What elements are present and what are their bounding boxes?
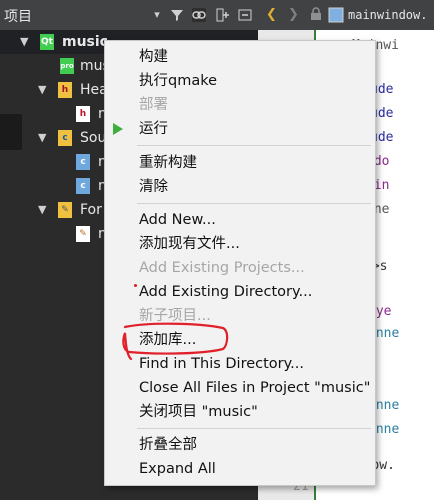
menu-item-collapse-all[interactable]: 折叠全部 xyxy=(105,433,375,457)
ui-form-icon xyxy=(328,7,344,27)
menu-item-run-qmake[interactable]: 执行qmake xyxy=(105,69,375,93)
qt-project-icon: Qt xyxy=(40,34,54,50)
menu-item-deploy: 部署 xyxy=(139,97,168,113)
annotation-circle xyxy=(122,322,229,361)
sources-folder-icon: c xyxy=(58,130,72,146)
tree-item-label: music xyxy=(62,34,108,50)
run-icon xyxy=(113,123,123,135)
chevron-down-icon[interactable]: ▼ xyxy=(38,204,50,216)
menu-item-close-project[interactable]: 关闭项目 "music" xyxy=(105,400,375,424)
menu-item-add-new[interactable]: Add New... xyxy=(105,208,375,232)
menu-item-build[interactable]: 构建 xyxy=(105,45,375,69)
menu-item-rebuild[interactable]: 重新构建 xyxy=(105,151,375,175)
menu-separator xyxy=(137,203,371,204)
menu-item-run-label: 运行 xyxy=(139,121,168,137)
cpp-file-icon: c xyxy=(76,178,90,194)
menu-item-expand-all[interactable]: Expand All xyxy=(105,457,375,481)
chevron-down-icon[interactable]: ▼ xyxy=(38,132,50,144)
context-menu: 构建 执行qmake 部署 运行 重新构建 清除 Add New... 添加现有… xyxy=(104,40,376,486)
panel-title: 项目 xyxy=(4,9,32,25)
project-panel-header: 项目 ▾ xyxy=(0,0,258,30)
filter-icon[interactable] xyxy=(170,8,184,22)
editor-toolbar: ❮ ❯ mainwindow. xyxy=(258,0,434,30)
menu-item-run[interactable]: 运行 xyxy=(105,117,375,141)
editor-filename[interactable]: mainwindow. xyxy=(348,8,427,22)
menu-item-add-existing-files[interactable]: 添加现有文件... xyxy=(105,232,375,256)
pro-file-icon: pro xyxy=(60,58,74,74)
link-icon[interactable] xyxy=(192,8,206,22)
split-add-icon[interactable] xyxy=(216,8,230,22)
tree-item-label: Sou xyxy=(80,130,107,146)
menu-separator xyxy=(137,145,371,146)
menu-item-close-all-files[interactable]: Close All Files in Project "music" xyxy=(105,376,375,400)
menu-separator xyxy=(137,428,371,429)
headers-folder-icon: h xyxy=(58,82,72,98)
lock-icon[interactable] xyxy=(310,7,322,25)
menu-item-add-existing-projects: Add Existing Projects... xyxy=(139,260,305,276)
ui-file-icon: ✎ xyxy=(76,226,90,242)
collapse-icon[interactable] xyxy=(238,8,252,22)
annotation-dot xyxy=(134,284,137,287)
forms-folder-icon: ✎ xyxy=(58,202,72,218)
forward-arrow-icon[interactable]: ❯ xyxy=(288,7,299,22)
chevron-down-icon[interactable]: ▼ xyxy=(38,84,50,96)
tree-item-label: For xyxy=(80,202,102,218)
header-file-icon: h xyxy=(76,106,90,122)
menu-item-clean[interactable]: 清除 xyxy=(105,175,375,199)
dropdown-arrow-icon[interactable]: ▾ xyxy=(150,8,164,22)
menu-item-add-existing-directory[interactable]: Add Existing Directory... xyxy=(105,280,375,304)
chevron-down-icon[interactable]: ▼ xyxy=(20,36,32,48)
back-arrow-icon[interactable]: ❮ xyxy=(266,7,277,22)
cpp-file-icon: c xyxy=(76,154,90,170)
